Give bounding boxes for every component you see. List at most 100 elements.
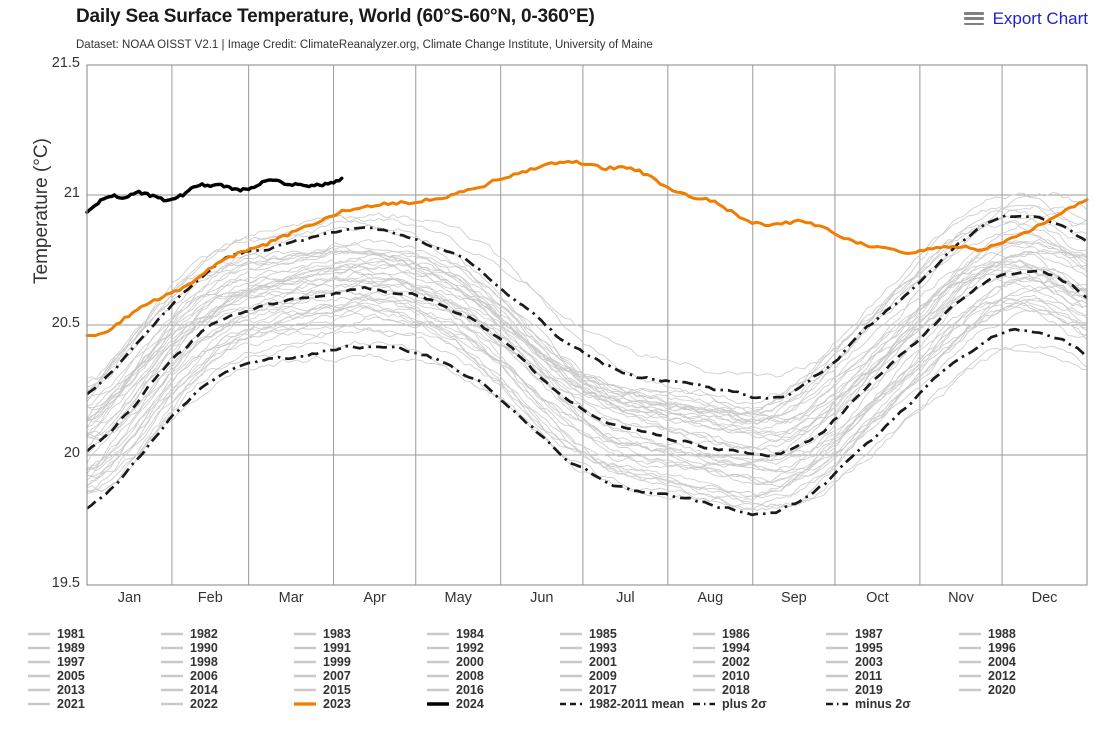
legend-item[interactable]: 1993 [560,641,617,655]
legend-item[interactable]: 2015 [294,683,351,697]
legend-swatch-icon [826,702,848,706]
legend-item[interactable]: 2009 [560,669,617,683]
legend-swatch-icon [560,702,582,706]
legend-item[interactable]: 2004 [959,655,1016,669]
legend-item[interactable]: 2022 [161,697,218,711]
legend-item-label: 1985 [589,627,617,641]
x-tick-label-mar: Mar [278,590,304,606]
legend-item-label: 2004 [988,655,1016,669]
legend-swatch-icon [427,688,449,692]
legend-swatch-icon [294,646,316,650]
legend-item-label: 1996 [988,641,1016,655]
legend-item[interactable]: 1983 [294,627,351,641]
legend-item-label: 1994 [722,641,750,655]
legend-item[interactable]: 2001 [560,655,617,669]
legend-swatch-icon [693,702,715,706]
legend-item[interactable]: 2010 [693,669,750,683]
legend-item[interactable]: 2018 [693,683,750,697]
legend-item[interactable]: 2003 [826,655,883,669]
legend-item-label: 1998 [190,655,218,669]
legend-item[interactable]: 1996 [959,641,1016,655]
legend-item[interactable]: 1992 [427,641,484,655]
legend-swatch-icon [560,688,582,692]
legend-item-label: 2018 [722,683,750,697]
legend-item[interactable]: 1981 [28,627,85,641]
legend-swatch-icon [427,646,449,650]
legend-swatch-icon [560,646,582,650]
legend-swatch-icon [560,660,582,664]
legend-item[interactable]: 2019 [826,683,883,697]
legend-item-label: 2017 [589,683,617,697]
legend-item[interactable]: 2002 [693,655,750,669]
legend-item[interactable]: 2000 [427,655,484,669]
legend-item[interactable]: 1988 [959,627,1016,641]
x-tick-label-may: May [444,590,472,606]
x-tick-label-jun: Jun [530,590,554,606]
x-tick-label-sep: Sep [780,590,807,606]
legend-item-label: 1989 [57,641,85,655]
legend-swatch-icon [826,688,848,692]
legend-item[interactable]: 1999 [294,655,351,669]
legend-item[interactable]: 2020 [959,683,1016,697]
legend-item[interactable]: 1982 [161,627,218,641]
legend-item[interactable]: minus 2σ [826,697,911,711]
legend-swatch-icon [161,632,183,636]
legend-item[interactable]: 1991 [294,641,351,655]
legend-item[interactable]: 2016 [427,683,484,697]
legend-item-label: 1993 [589,641,617,655]
legend-swatch-icon [294,702,316,706]
legend-swatch-icon [826,646,848,650]
legend-item[interactable]: 2006 [161,669,218,683]
legend-swatch-icon [161,688,183,692]
legend-item[interactable]: 1995 [826,641,883,655]
legend-item[interactable]: 1989 [28,641,85,655]
legend-item[interactable]: 2005 [28,669,85,683]
legend-swatch-icon [28,674,50,678]
y-axis-ticks: 19.5 20 20.5 21 21.5 [0,0,80,730]
legend-item[interactable]: 2021 [28,697,85,711]
legend-item[interactable]: 1982-2011 mean [560,697,684,711]
legend-item[interactable]: 2014 [161,683,218,697]
legend-item[interactable]: 2012 [959,669,1016,683]
legend-item-label: 1990 [190,641,218,655]
legend-item[interactable]: 1994 [693,641,750,655]
legend-item-label: 2019 [855,683,883,697]
legend-item[interactable]: 1997 [28,655,85,669]
legend-swatch-icon [826,632,848,636]
legend-swatch-icon [427,632,449,636]
legend-item-label: 2016 [456,683,484,697]
legend-item[interactable]: 2011 [826,669,882,683]
legend-item-label: 2001 [589,655,617,669]
legend-item[interactable]: 2024 [427,697,484,711]
legend-swatch-icon [826,660,848,664]
legend-swatch-icon [28,632,50,636]
legend-item-label: 1991 [323,641,351,655]
legend-item[interactable]: 2017 [560,683,617,697]
legend-item[interactable]: 1986 [693,627,750,641]
legend-item[interactable]: 1990 [161,641,218,655]
legend-item[interactable]: 2013 [28,683,85,697]
legend-swatch-icon [161,646,183,650]
legend-item[interactable]: 2023 [294,697,351,711]
legend-item[interactable]: 1985 [560,627,617,641]
legend-swatch-icon [959,660,981,664]
legend-swatch-icon [560,674,582,678]
legend-item[interactable]: 1998 [161,655,218,669]
legend-item-label: 2010 [722,669,750,683]
legend-swatch-icon [826,674,848,678]
legend-item-label: 2008 [456,669,484,683]
legend-item-label: 1997 [57,655,85,669]
legend-item-label: 2009 [589,669,617,683]
legend-item[interactable]: 2007 [294,669,351,683]
y-tick-label: 21.5 [51,55,80,71]
legend-item[interactable]: 2008 [427,669,484,683]
legend-item-label: 2003 [855,655,883,669]
legend-item-label: 1984 [456,627,484,641]
legend-item-label: 2021 [57,697,85,711]
legend-item[interactable]: plus 2σ [693,697,767,711]
y-tick-label: 21 [63,185,80,201]
legend-item-label: 2023 [323,697,351,711]
legend-item[interactable]: 1987 [826,627,883,641]
plot-area [85,64,1089,586]
legend-item[interactable]: 1984 [427,627,484,641]
